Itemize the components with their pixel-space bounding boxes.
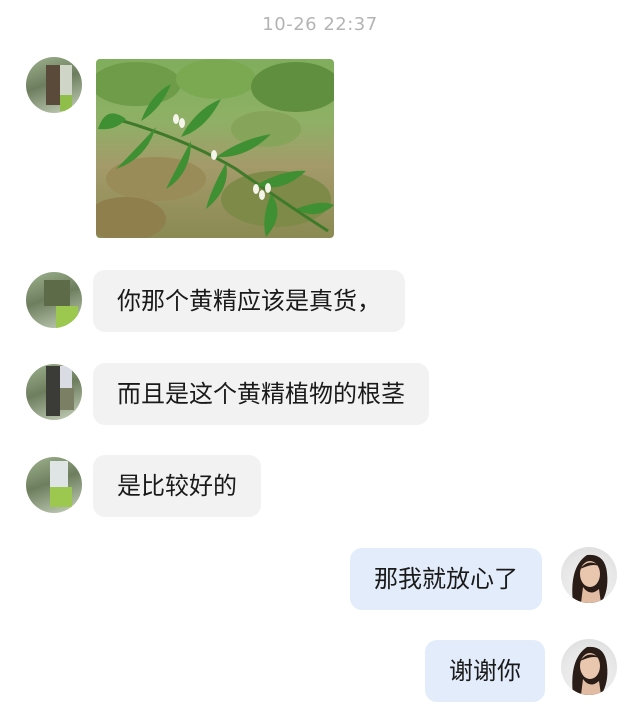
message-text: 谢谢你 xyxy=(449,657,521,685)
message-bubble-incoming[interactable]: 是比较好的 xyxy=(93,455,261,517)
contact-avatar-icon[interactable] xyxy=(26,57,82,113)
message-text: 而且是这个黄精植物的根茎 xyxy=(117,380,405,408)
message-text: 你那个黄精应该是真货， xyxy=(117,287,381,315)
user-portrait-graphic xyxy=(572,554,608,603)
plant-photo-graphic xyxy=(96,59,334,238)
user-avatar-icon[interactable] xyxy=(561,547,617,603)
chat-timestamp: 10-26 22:37 xyxy=(262,14,378,35)
user-portrait-graphic xyxy=(572,646,608,695)
chat-photo-plant[interactable] xyxy=(96,59,334,238)
contact-avatar-icon[interactable] xyxy=(26,457,82,513)
message-bubble-outgoing[interactable]: 谢谢你 xyxy=(425,640,545,702)
contact-avatar-icon[interactable] xyxy=(26,364,82,420)
message-bubble-outgoing[interactable]: 那我就放心了 xyxy=(350,548,542,610)
user-avatar-icon[interactable] xyxy=(561,639,617,695)
message-text: 是比较好的 xyxy=(117,472,237,500)
message-bubble-incoming[interactable]: 你那个黄精应该是真货， xyxy=(93,270,405,332)
message-text: 那我就放心了 xyxy=(374,565,518,593)
message-bubble-incoming[interactable]: 而且是这个黄精植物的根茎 xyxy=(93,363,429,425)
contact-avatar-icon[interactable] xyxy=(26,272,82,328)
